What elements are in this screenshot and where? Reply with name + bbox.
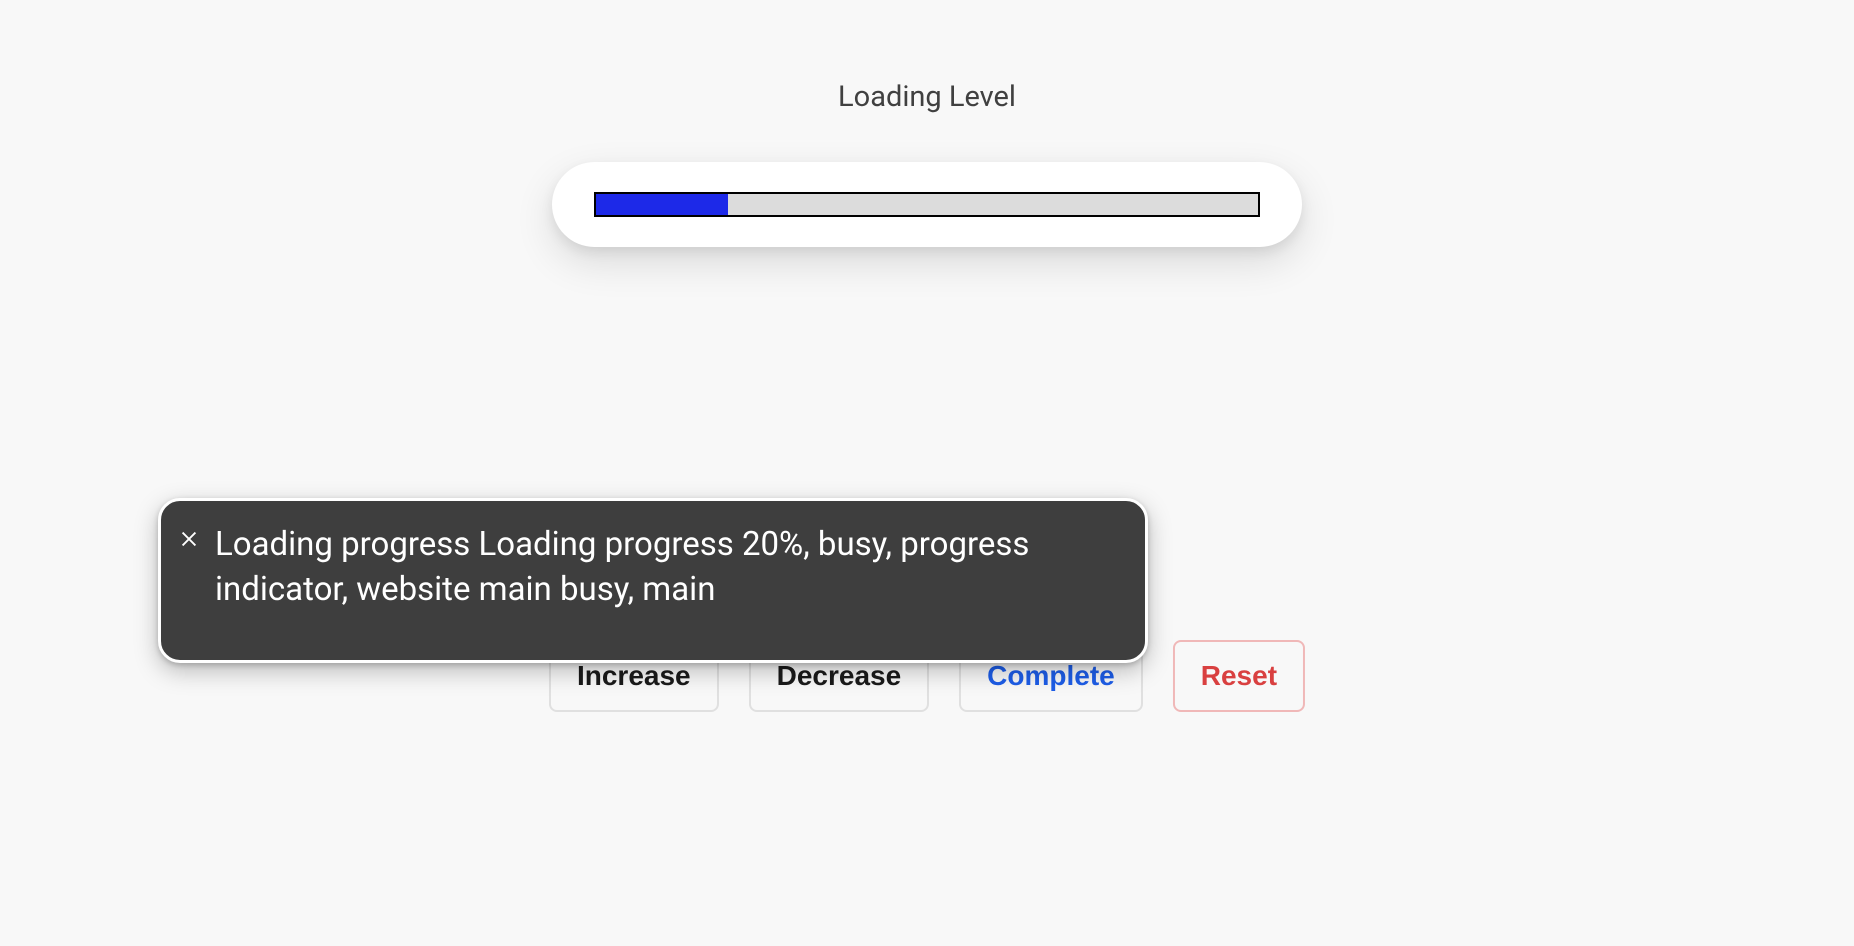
- progress-bar: [594, 192, 1260, 217]
- main-container: Loading Level: [0, 0, 1854, 247]
- tooltip-text: Loading progress Loading progress 20%, b…: [215, 523, 1115, 612]
- close-icon[interactable]: [178, 518, 200, 540]
- progress-fill: [596, 194, 728, 215]
- reset-button[interactable]: Reset: [1173, 640, 1305, 712]
- accessibility-tooltip: Loading progress Loading progress 20%, b…: [158, 498, 1148, 663]
- progress-card: [552, 162, 1302, 247]
- page-title: Loading Level: [838, 80, 1016, 114]
